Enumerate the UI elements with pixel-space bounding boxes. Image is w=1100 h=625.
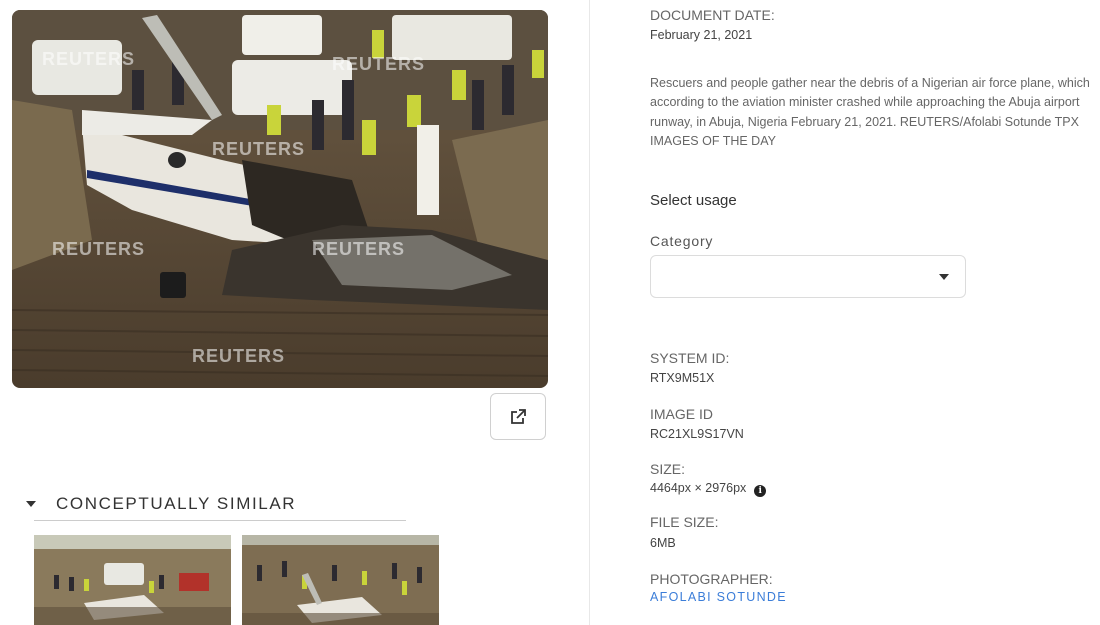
divider: [34, 520, 406, 521]
main-photo[interactable]: REUTERS REUTERS REUTERS REUTERS REUTERS …: [12, 10, 548, 388]
watermark: REUTERS: [52, 239, 145, 259]
watermark: REUTERS: [312, 239, 405, 259]
size-row: 4464px × 2976px i: [650, 481, 767, 497]
caret-down-icon: [26, 501, 36, 507]
size-label: SIZE:: [650, 461, 686, 477]
section-title: CONCEPTUALLY SIMILAR: [56, 494, 297, 513]
photographer-link[interactable]: AFOLABI SOTUNDE: [650, 590, 787, 604]
image-caption: Rescuers and people gather near the debr…: [650, 76, 1090, 149]
select-usage-heading: Select usage: [650, 192, 737, 209]
size-value: 4464px × 2976px: [650, 481, 747, 495]
category-label: Category: [650, 233, 714, 249]
file-size-label: FILE SIZE:: [650, 514, 719, 530]
watermark: REUTERS: [332, 54, 425, 74]
panel-divider: [589, 0, 590, 625]
watermark: REUTERS: [192, 346, 285, 366]
file-size-value: 6MB: [650, 536, 676, 550]
details-panel: DOCUMENT DATE: February 21, 2021 Rescuer…: [650, 0, 1100, 625]
watermark: REUTERS: [212, 139, 305, 159]
system-id-label: SYSTEM ID:: [650, 350, 730, 366]
photographer-label: PHOTOGRAPHER:: [650, 571, 773, 587]
watermark: REUTERS: [42, 49, 135, 69]
similar-thumbnail[interactable]: [242, 535, 439, 625]
document-date-label: DOCUMENT DATE:: [650, 7, 775, 23]
system-id-value: RTX9M51X: [650, 371, 715, 385]
category-select[interactable]: [650, 255, 966, 298]
open-in-new-tab-button[interactable]: [490, 393, 546, 440]
external-link-icon: [511, 408, 526, 424]
info-icon[interactable]: i: [754, 485, 767, 497]
image-panel: REUTERS REUTERS REUTERS REUTERS REUTERS …: [0, 0, 590, 625]
similar-thumbnail[interactable]: [34, 535, 231, 625]
image-id-value: RC21XL9S17VN: [650, 427, 744, 441]
chevron-down-icon: [939, 274, 949, 280]
document-date-value: February 21, 2021: [650, 28, 753, 42]
image-id-label: IMAGE ID: [650, 406, 714, 422]
conceptually-similar-toggle[interactable]: CONCEPTUALLY SIMILAR: [26, 487, 406, 521]
